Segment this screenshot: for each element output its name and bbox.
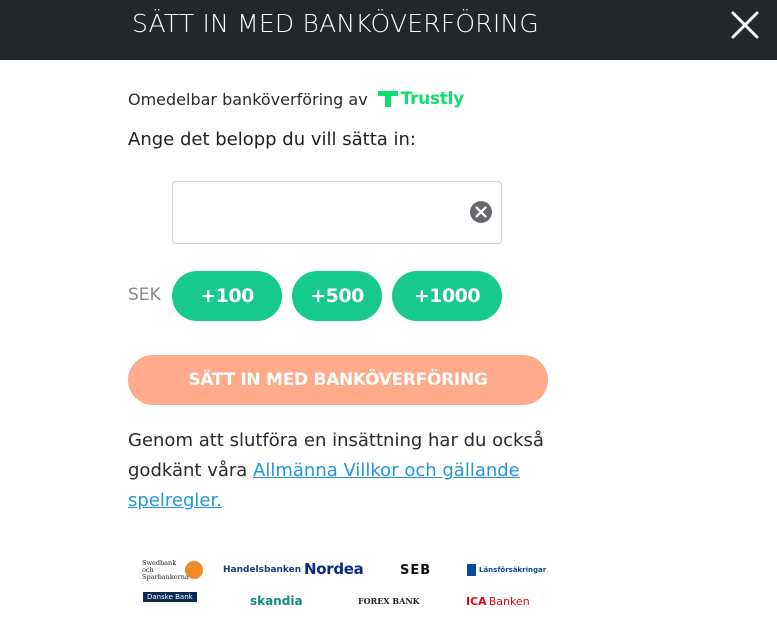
lansforsakringar-logo-text: Länsförsäkringar: [479, 566, 547, 574]
amount-prompt: Ange det belopp du vill sätta in:: [128, 129, 416, 150]
terms-text: Genom att slutföra en insättning har du …: [128, 426, 558, 516]
clear-input-button[interactable]: [469, 200, 493, 224]
trustly-logo: Trustly: [377, 89, 465, 109]
forex-bank-logo: FOREX BANK: [358, 596, 420, 606]
bank-logos: Swedbank och Sparbankerna Handelsbanken …: [140, 558, 546, 615]
close-icon: [731, 11, 759, 39]
seb-logo: SEB: [400, 562, 432, 578]
lansforsakringar-logo: Länsförsäkringar: [467, 560, 546, 580]
deposit-submit-button[interactable]: SÄTT IN MED BANKÖVERFÖRING: [128, 355, 548, 405]
swedbank-oak-icon: [185, 561, 203, 579]
modal-title: SÄTT IN MED BANKÖVERFÖRING: [132, 9, 539, 38]
close-button[interactable]: [728, 8, 762, 42]
handelsbanken-logo: Handelsbanken: [223, 565, 302, 575]
trustly-brand: Trustly: [400, 89, 465, 109]
provider-row: Omedelbar banköverföring av Trustly: [128, 86, 464, 112]
quick-amount-1000-button[interactable]: +1000: [392, 271, 502, 321]
quick-amount-100-button[interactable]: +100: [172, 271, 282, 321]
trustly-logo-icon: [377, 91, 398, 107]
currency-label: SEK: [128, 285, 161, 305]
amount-input[interactable]: [183, 192, 457, 234]
danske-bank-logo: Danske Bank: [143, 592, 197, 602]
ica-logo-subtext: Banken: [488, 594, 530, 608]
modal-header: SÄTT IN MED BANKÖVERFÖRING: [0, 0, 777, 60]
swedbank-logo-text: Swedbank och Sparbankerna: [142, 558, 189, 581]
lansforsakringar-mark-icon: [467, 564, 476, 576]
ica-logo-text: ICA: [466, 594, 487, 608]
nordea-logo: Nordea: [304, 560, 364, 578]
ica-banken-logo: ICA Banken: [466, 591, 530, 611]
provider-text: Omedelbar banköverföring av: [128, 89, 368, 109]
swedbank-logo: Swedbank och Sparbankerna: [142, 558, 203, 581]
quick-amount-500-button[interactable]: +500: [292, 271, 382, 321]
amount-field: [172, 181, 502, 244]
skandia-logo: skandia: [250, 594, 303, 608]
clear-input-icon: [470, 201, 492, 223]
